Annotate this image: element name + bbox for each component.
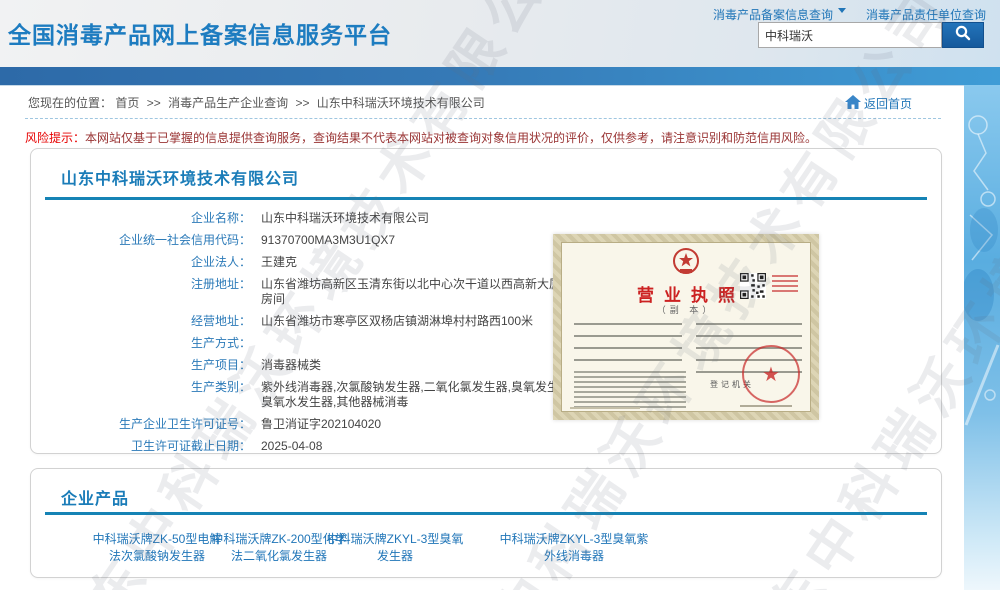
field-row-license-expiry-date: 卫生许可证截止日期： 2025-04-08 (51, 439, 591, 454)
nav-link-record-info-query[interactable]: 消毒产品备案信息查询 (713, 6, 846, 23)
search-input[interactable] (758, 22, 942, 48)
field-row-production-project: 生产项目： 消毒器械类 (51, 358, 591, 373)
license-subtitle: （副 本） (562, 303, 810, 316)
license-red-caption-lines (772, 275, 798, 295)
breadcrumb-item-home[interactable]: 首页 (115, 96, 139, 110)
section-title-rule (45, 512, 927, 515)
dashed-divider (25, 118, 941, 119)
products-title: 企业产品 (61, 485, 129, 509)
field-row-registered-address: 注册地址： 山东省潍坊高新区玉清东街以北中心次干道以西高新大厦502房间 (51, 277, 591, 307)
red-seal-stamp: ★ (742, 345, 800, 403)
field-value: 消毒器械类 (261, 358, 591, 373)
field-label: 生产方式： (51, 336, 251, 351)
license-footer-line (570, 407, 640, 409)
field-label: 卫生许可证截止日期： (51, 439, 251, 454)
header-divider-bar (0, 67, 1000, 85)
breadcrumb-separator: >> (295, 96, 309, 110)
top-nav: 消毒产品备案信息查询 消毒产品责任单位查询 (713, 6, 986, 23)
field-label: 经营地址： (51, 314, 251, 329)
license-scope-paragraph-lines (574, 371, 686, 411)
search-button[interactable] (942, 22, 984, 48)
license-date-line (740, 405, 792, 407)
business-license-paper: 营业执照 （副 本） (561, 242, 811, 412)
field-row-credit-code: 企业统一社会信用代码： 91370700MA3M3U1QX7 (51, 233, 591, 248)
field-row-company-name: 企业名称： 山东中科瑞沃环境技术有限公司 (51, 211, 591, 226)
breadcrumb-item-current: 山东中科瑞沃环境技术有限公司 (317, 96, 485, 110)
field-value: 91370700MA3M3U1QX7 (261, 233, 591, 248)
risk-notice-prefix: 风险提示： (25, 131, 85, 145)
field-label: 企业法人： (51, 255, 251, 270)
back-home-link[interactable]: 返回首页 (845, 95, 912, 112)
field-label: 注册地址： (51, 277, 251, 307)
breadcrumb-separator: >> (147, 96, 161, 110)
field-value (261, 336, 591, 351)
field-label: 生产企业卫生许可证号： (51, 417, 251, 432)
page: 全国消毒产品网上备案信息服务平台 消毒产品备案信息查询 消毒产品责任单位查询 (0, 0, 1000, 590)
field-label: 企业名称： (51, 211, 251, 226)
products-panel: 企业产品 中科瑞沃牌ZK-50型电解法次氯酸钠发生器 中科瑞沃牌ZK-200型化… (30, 468, 942, 578)
field-value: 山东省潍坊市寒亭区双杨店镇湖淋埠村村路西100米 (261, 314, 591, 329)
field-row-business-address: 经营地址： 山东省潍坊市寒亭区双杨店镇湖淋埠村村路西100米 (51, 314, 591, 329)
field-value: 鲁卫消证字202104020 (261, 417, 591, 432)
field-value: 王建克 (261, 255, 591, 270)
business-license-image: 营业执照 （副 本） (553, 234, 819, 420)
section-title-rule (45, 197, 927, 200)
field-value: 山东省潍坊高新区玉清东街以北中心次干道以西高新大厦502房间 (261, 277, 591, 307)
back-home-label: 返回首页 (864, 95, 912, 112)
field-label: 生产类别： (51, 380, 251, 410)
right-decorative-strip (964, 85, 1000, 590)
license-text-lines-left (574, 323, 682, 367)
breadcrumb-prefix: 您现在的位置： (28, 96, 112, 110)
seal-star-icon: ★ (762, 364, 780, 384)
breadcrumb-item-enterprise-query[interactable]: 消毒产品生产企业查询 (168, 96, 288, 110)
search-icon (954, 24, 972, 47)
qr-code (740, 273, 766, 299)
nav-link-label: 消毒产品责任单位查询 (866, 8, 986, 22)
field-row-production-method: 生产方式： (51, 336, 591, 351)
product-link-zkyl3-uv[interactable]: 中科瑞沃牌ZKYL-3型臭氧紫外线消毒器 (498, 531, 650, 565)
field-value: 紫外线消毒器,次氯酸钠发生器,二氧化氯发生器,臭氧发生器、臭氧水发生器,其他器械… (261, 380, 591, 410)
company-info-panel: 山东中科瑞沃环境技术有限公司 企业名称： 山东中科瑞沃环境技术有限公司 企业统一… (30, 148, 942, 454)
risk-notice: 风险提示：本网站仅基于已掌握的信息提供查询服务，查询结果不代表本网站对被查询对象… (25, 129, 945, 146)
risk-notice-text: 本网站仅基于已掌握的信息提供查询服务，查询结果不代表本网站对被查询对象信用状况的… (85, 131, 817, 145)
nav-link-label: 消毒产品备案信息查询 (713, 8, 833, 22)
search-bar (758, 22, 984, 48)
nav-link-responsible-unit-query[interactable]: 消毒产品责任单位查询 (866, 6, 986, 23)
site-header: 全国消毒产品网上备案信息服务平台 消毒产品备案信息查询 消毒产品责任单位查询 (0, 0, 1000, 67)
company-fields: 企业名称： 山东中科瑞沃环境技术有限公司 企业统一社会信用代码： 9137070… (51, 211, 591, 461)
company-title: 山东中科瑞沃环境技术有限公司 (61, 165, 299, 189)
field-label: 企业统一社会信用代码： (51, 233, 251, 248)
field-value: 山东中科瑞沃环境技术有限公司 (261, 211, 591, 226)
breadcrumb: 您现在的位置： 首页 >> 消毒产品生产企业查询 >> 山东中科瑞沃环境技术有限… (28, 94, 485, 111)
home-icon (845, 95, 861, 112)
molecule-graphic (964, 95, 1000, 460)
product-link-zk50[interactable]: 中科瑞沃牌ZK-50型电解法次氯酸钠发生器 (88, 531, 226, 565)
chevron-down-icon (838, 8, 846, 17)
field-value: 2025-04-08 (261, 439, 591, 454)
field-row-production-category: 生产类别： 紫外线消毒器,次氯酸钠发生器,二氧化氯发生器,臭氧发生器、臭氧水发生… (51, 380, 591, 410)
field-row-legal-person: 企业法人： 王建克 (51, 255, 591, 270)
field-label: 生产项目： (51, 358, 251, 373)
national-emblem-icon (671, 247, 701, 282)
product-link-zkyl3-ozone[interactable]: 中科瑞沃牌ZKYL-3型臭氧发生器 (325, 531, 465, 565)
field-row-hygiene-license-no: 生产企业卫生许可证号： 鲁卫消证字202104020 (51, 417, 591, 432)
site-title: 全国消毒产品网上备案信息服务平台 (8, 16, 392, 50)
